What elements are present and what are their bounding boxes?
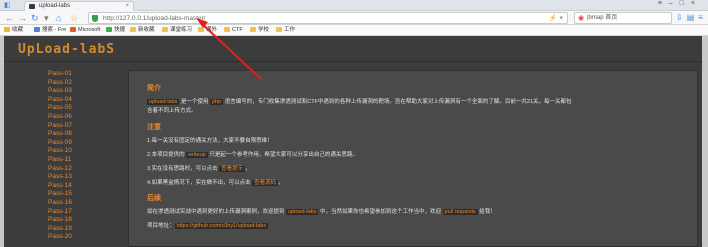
- window-controls[interactable]: ≡–□×: [658, 0, 702, 7]
- home-icon[interactable]: ⌂: [56, 12, 61, 24]
- sidebar-item-pass-13[interactable]: Pass-13: [48, 173, 108, 182]
- site-logo[interactable]: UpLoad-labS: [18, 42, 115, 57]
- sidebar-item-pass-07[interactable]: Pass-07: [48, 122, 108, 131]
- inline-code: php: [210, 99, 224, 105]
- sidebar-item-pass-18[interactable]: Pass-18: [48, 216, 108, 225]
- inline-code: upload-labs: [286, 209, 319, 215]
- tab-close-icon[interactable]: ×: [125, 2, 129, 11]
- note-item: 1.每一关没有固定的通关方法，大家不要自限思维！: [147, 138, 273, 144]
- bookmark-item[interactable]: 收藏: [4, 26, 23, 35]
- sidebar-item-pass-04[interactable]: Pass-04: [48, 96, 108, 105]
- address-bar[interactable]: http://127.0.0.1/upload-labs-master/ ⚡ ▾: [88, 12, 568, 24]
- source-link[interactable]: 查看源码: [252, 180, 279, 186]
- address-menu-icon[interactable]: ⚡ ▾: [549, 13, 563, 24]
- header-divider: [4, 61, 702, 62]
- sidebar-item-pass-06[interactable]: Pass-06: [48, 113, 108, 122]
- folder-icon: [276, 27, 282, 32]
- back-icon[interactable]: ←: [5, 12, 14, 24]
- thanks-text: 如在渗透测试实战中遇到更好的上传漏洞案例，欢迎提到 upload-labs 中，…: [147, 209, 496, 215]
- folder-icon: [224, 27, 230, 32]
- tab-bar: ◧ upload-labs × ≡–□×: [0, 0, 708, 11]
- bookmark-item[interactable]: 工作: [276, 26, 295, 35]
- tab-upload-labs[interactable]: upload-labs ×: [24, 1, 134, 11]
- folder-icon: [130, 27, 136, 32]
- bookmark-item[interactable]: 课堂练习: [162, 26, 192, 35]
- main-panel: 简介 upload-labs 是一个使用 php 语言编写的，专门收集渗透测试和…: [128, 70, 698, 247]
- intro-text: upload-labs 是一个使用 php 语言编写的，专门收集渗透测试和CTF…: [147, 99, 572, 105]
- favicon-icon: [29, 4, 35, 9]
- note-item: 2.本项目提供的 writeup 只是起一个参考作用，希望大家可以分享出自己的通…: [147, 152, 358, 158]
- sidebar-item-pass-09[interactable]: Pass-09: [48, 139, 108, 148]
- shield-icon: [92, 15, 98, 22]
- bookmark-item[interactable]: 快捷: [106, 26, 125, 35]
- folder-icon: [250, 27, 256, 32]
- sidebar: Pass-01 Pass-02 Pass-03 Pass-04 Pass-05 …: [48, 70, 108, 242]
- bookmark-item[interactable]: Microsoft: [70, 26, 100, 35]
- star-icon[interactable]: ☆: [70, 12, 78, 24]
- notes-heading: 注意: [147, 124, 161, 131]
- sidebar-item-pass-02[interactable]: Pass-02: [48, 79, 108, 88]
- page-icon: [70, 27, 76, 32]
- sidebar-item-pass-14[interactable]: Pass-14: [48, 182, 108, 191]
- hint-link[interactable]: 查看提示: [219, 166, 246, 172]
- page-icon: [106, 27, 112, 32]
- sidebar-item-pass-16[interactable]: Pass-16: [48, 199, 108, 208]
- note-item: 4.如果黑盒情况下，实在做不出，可以点击 查看源码。: [147, 180, 284, 186]
- inline-code: pull requests: [442, 209, 478, 215]
- dropdown-icon[interactable]: ▾: [44, 12, 49, 24]
- page-icon: [34, 27, 40, 32]
- sidebar-item-pass-19[interactable]: Pass-19: [48, 225, 108, 234]
- sidebar-item-pass-03[interactable]: Pass-03: [48, 87, 108, 96]
- bookmark-item[interactable]: 课外: [198, 26, 217, 35]
- sidebar-item-pass-05[interactable]: Pass-05: [48, 104, 108, 113]
- search-input[interactable]: |bmap 首页: [587, 14, 617, 23]
- sidebar-item-pass-08[interactable]: Pass-08: [48, 130, 108, 139]
- refresh-icon[interactable]: ↻: [31, 12, 39, 24]
- forward-icon[interactable]: →: [18, 12, 27, 24]
- search-box[interactable]: ◉ |bmap 首页: [574, 12, 672, 24]
- browser-toolbar: ← → ↻ ▾ ⌂ ☆ http://127.0.0.1/upload-labs…: [0, 11, 708, 25]
- sidebar-item-pass-15[interactable]: Pass-15: [48, 190, 108, 199]
- sidebar-item-pass-01[interactable]: Pass-01: [48, 70, 108, 79]
- sidebar-item-pass-12[interactable]: Pass-12: [48, 165, 108, 174]
- toolbar-extensions[interactable]: ⇩▤≡: [676, 12, 707, 24]
- intro-heading: 简介: [147, 85, 161, 92]
- sidebar-item-pass-17[interactable]: Pass-17: [48, 208, 108, 217]
- bookmark-item[interactable]: 搜索 - Fre: [34, 26, 66, 35]
- site-container: UpLoad-labS Pass-01 Pass-02 Pass-03 Pass…: [4, 36, 702, 247]
- note-item: 3.实在没有思路时，可以点击 查看提示。: [147, 166, 251, 172]
- bookmark-item[interactable]: 学校: [250, 26, 269, 35]
- sidebar-item-pass-10[interactable]: Pass-10: [48, 147, 108, 156]
- url-input[interactable]: http://127.0.0.1/upload-labs-master/: [103, 14, 206, 23]
- sidebar-item-pass-20[interactable]: Pass-20: [48, 233, 108, 242]
- project-link[interactable]: https://github.com/c0ny1/upload-labs: [174, 223, 269, 229]
- folder-icon: [162, 27, 168, 32]
- star-folder-icon: [4, 27, 10, 32]
- search-engine-icon: ◉: [578, 15, 585, 22]
- project-address: 项目地址： https://github.com/c0ny1/upload-lab…: [147, 223, 269, 229]
- inline-code: upload-labs: [147, 99, 180, 105]
- bookmarks-bar: 收藏 搜索 - Fre Microsoft 快捷 新收藏 课堂练习 课外 CTF…: [0, 25, 708, 36]
- bookmark-item[interactable]: CTF: [224, 26, 243, 35]
- tab-title: upload-labs: [39, 3, 71, 9]
- thanks-heading: 后续: [147, 195, 161, 202]
- inline-code: writeup: [186, 152, 208, 158]
- folder-icon: [198, 27, 204, 32]
- page-viewport: UpLoad-labS Pass-01 Pass-02 Pass-03 Pass…: [0, 36, 708, 247]
- tab-list-icon[interactable]: ◧: [4, 1, 11, 9]
- sidebar-item-pass-11[interactable]: Pass-11: [48, 156, 108, 165]
- bookmark-item[interactable]: 新收藏: [130, 26, 155, 35]
- intro-text-cont: 含着不同上传方式。: [147, 108, 197, 114]
